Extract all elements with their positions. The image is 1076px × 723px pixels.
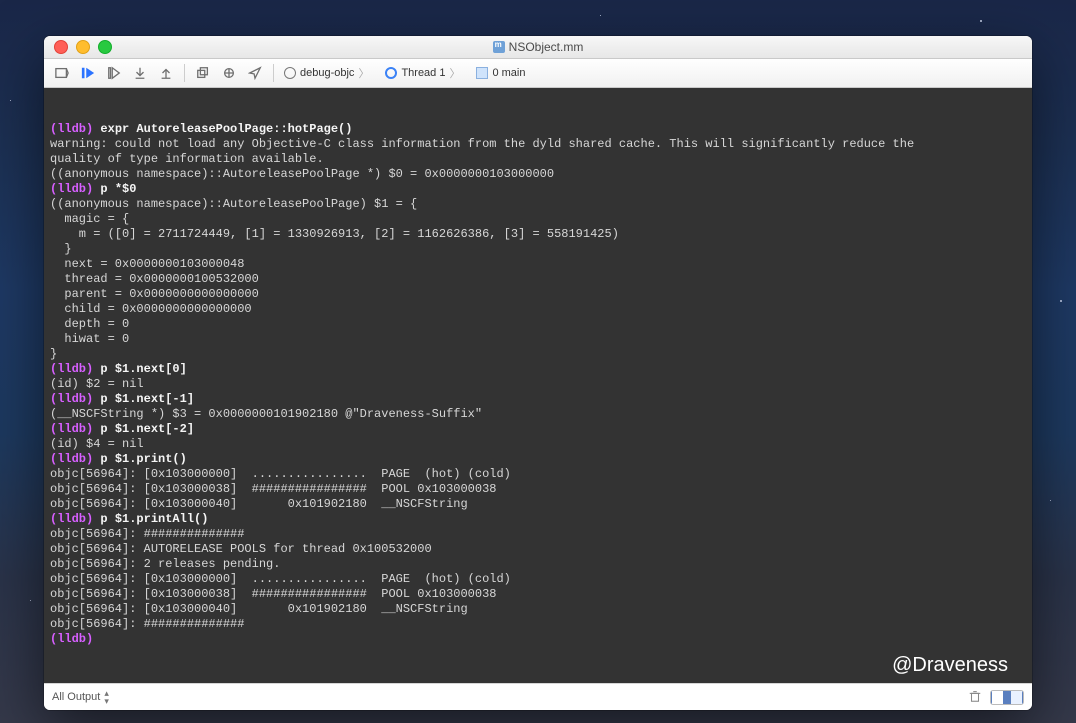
lldb-command: p *$0	[100, 182, 136, 196]
console-line: objc[56964]: ##############	[50, 617, 1026, 632]
frame-icon	[476, 67, 488, 79]
console-line: magic = {	[50, 212, 1026, 227]
console-line: (lldb) p $1.next[0]	[50, 362, 1026, 377]
lldb-prompt: (lldb)	[50, 182, 100, 196]
console-line: (lldb) p $1.print()	[50, 452, 1026, 467]
debug-toolbar: debug-objc 〉 Thread 1 〉 0 main	[44, 59, 1032, 88]
console-line: }	[50, 347, 1026, 362]
file-icon	[493, 41, 505, 53]
step-out-icon[interactable]	[158, 65, 174, 81]
step-into-icon[interactable]	[132, 65, 148, 81]
console-footer: All Output ▴▾	[44, 683, 1032, 710]
console-line: quality of type information available.	[50, 152, 1026, 167]
breadcrumb-frame[interactable]: 0 main	[476, 67, 531, 79]
watermark: @Draveness	[892, 658, 1008, 673]
lldb-command: p $1.next[0]	[100, 362, 186, 376]
step-over-icon[interactable]	[106, 65, 122, 81]
console-line: (lldb) p $1.printAll()	[50, 512, 1026, 527]
window-title-text: NSObject.mm	[509, 40, 584, 54]
console-line: depth = 0	[50, 317, 1026, 332]
console-line: (id) $4 = nil	[50, 437, 1026, 452]
thread-icon	[385, 67, 397, 79]
console-line: objc[56964]: [0x103000000] .............…	[50, 467, 1026, 482]
console-line: objc[56964]: ##############	[50, 527, 1026, 542]
minimize-window-button[interactable]	[76, 40, 90, 54]
simulate-location-icon[interactable]	[247, 65, 263, 81]
lldb-prompt: (lldb)	[50, 422, 100, 436]
lldb-prompt: (lldb)	[50, 392, 100, 406]
lldb-prompt: (lldb)	[50, 632, 100, 646]
console-line: (lldb) p *$0	[50, 182, 1026, 197]
console-line: (__NSCFString *) $3 = 0x0000000101902180…	[50, 407, 1026, 422]
debug-view-hierarchy-icon[interactable]	[195, 65, 211, 81]
show-console-pane-button[interactable]	[1007, 691, 1023, 704]
window-title: NSObject.mm	[44, 40, 1032, 54]
console-line: (lldb) expr AutoreleasePoolPage::hotPage…	[50, 122, 1026, 137]
console-line: (lldb)	[50, 632, 1026, 647]
show-variables-pane-button[interactable]	[991, 691, 1007, 704]
xcode-debug-window: NSObject.mm	[44, 36, 1032, 710]
console-line: objc[56964]: [0x103000038] #############…	[50, 482, 1026, 497]
debug-console[interactable]: (lldb) expr AutoreleasePoolPage::hotPage…	[44, 88, 1032, 683]
breadcrumb-thread[interactable]: Thread 1 〉	[385, 65, 466, 81]
pane-toggle[interactable]	[990, 690, 1024, 705]
lldb-command: p $1.next[-2]	[100, 422, 194, 436]
chevron-right-icon: 〉	[358, 65, 369, 81]
breadcrumb-scheme-label: debug-objc	[300, 67, 354, 79]
chevron-right-icon: 〉	[449, 65, 460, 81]
toggle-breakpoints-icon[interactable]	[54, 65, 70, 81]
debug-memory-graph-icon[interactable]	[221, 65, 237, 81]
console-line: (lldb) p $1.next[-1]	[50, 392, 1026, 407]
target-icon	[284, 67, 296, 79]
lldb-command: expr AutoreleasePoolPage::hotPage()	[100, 122, 352, 136]
close-window-button[interactable]	[54, 40, 68, 54]
output-filter-label: All Output	[52, 691, 100, 703]
console-line: objc[56964]: [0x103000040] 0x101902180 _…	[50, 602, 1026, 617]
console-line: (lldb) p $1.next[-2]	[50, 422, 1026, 437]
lldb-prompt: (lldb)	[50, 452, 100, 466]
updown-icon: ▴▾	[104, 689, 109, 705]
lldb-prompt: (lldb)	[50, 362, 100, 376]
console-line: next = 0x0000000103000048	[50, 257, 1026, 272]
titlebar[interactable]: NSObject.mm	[44, 36, 1032, 59]
console-line: warning: could not load any Objective-C …	[50, 137, 1026, 152]
console-line: objc[56964]: [0x103000038] #############…	[50, 587, 1026, 602]
breadcrumb-thread-label: Thread 1	[401, 67, 445, 79]
lldb-command: p $1.printAll()	[100, 512, 208, 526]
console-line: objc[56964]: 2 releases pending.	[50, 557, 1026, 572]
breadcrumb-scheme[interactable]: debug-objc 〉	[284, 65, 375, 81]
lldb-command: p $1.print()	[100, 452, 186, 466]
lldb-prompt: (lldb)	[50, 512, 100, 526]
console-line: (id) $2 = nil	[50, 377, 1026, 392]
console-line: hiwat = 0	[50, 332, 1026, 347]
zoom-window-button[interactable]	[98, 40, 112, 54]
console-line: objc[56964]: [0x103000000] .............…	[50, 572, 1026, 587]
console-line: ((anonymous namespace)::AutoreleasePoolP…	[50, 167, 1026, 182]
console-line: }	[50, 242, 1026, 257]
desktop-background: NSObject.mm	[0, 0, 1076, 723]
console-line: ((anonymous namespace)::AutoreleasePoolP…	[50, 197, 1026, 212]
output-filter-dropdown[interactable]: All Output ▴▾	[52, 689, 109, 705]
clear-console-icon[interactable]	[968, 689, 982, 706]
console-line: child = 0x0000000000000000	[50, 302, 1026, 317]
console-line: thread = 0x0000000100532000	[50, 272, 1026, 287]
console-line: parent = 0x0000000000000000	[50, 287, 1026, 302]
console-line: objc[56964]: [0x103000040] 0x101902180 _…	[50, 497, 1026, 512]
console-line: m = ([0] = 2711724449, [1] = 1330926913,…	[50, 227, 1026, 242]
breadcrumb-frame-label: 0 main	[492, 67, 525, 79]
lldb-command: p $1.next[-1]	[100, 392, 194, 406]
console-line: objc[56964]: AUTORELEASE POOLS for threa…	[50, 542, 1026, 557]
continue-execution-icon[interactable]	[80, 65, 96, 81]
lldb-prompt: (lldb)	[50, 122, 100, 136]
